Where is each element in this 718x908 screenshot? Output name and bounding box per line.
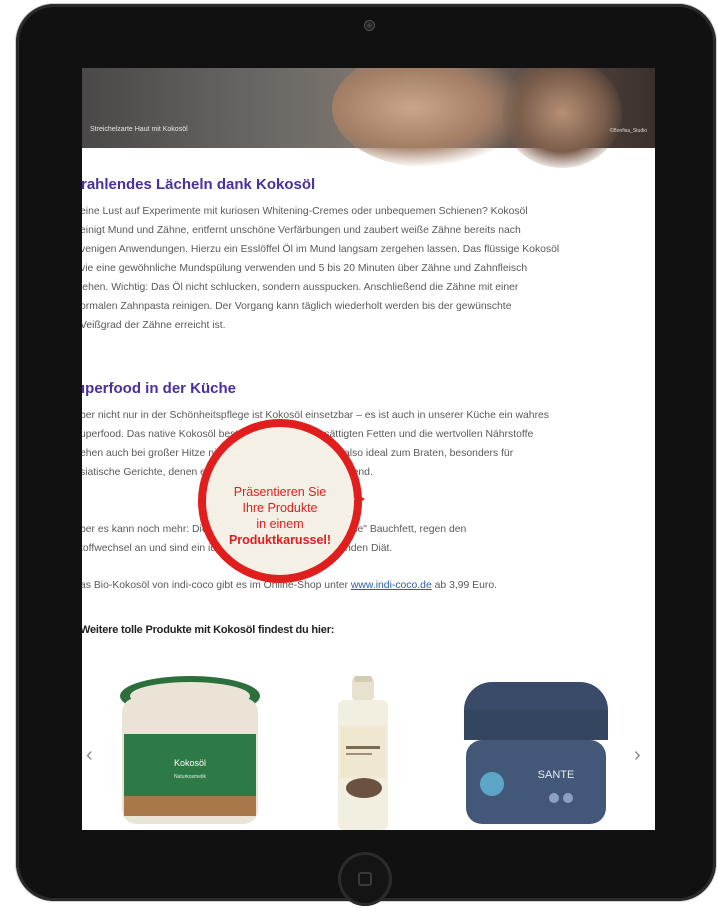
promo-line: Präsentieren Sie (233, 485, 327, 499)
product-label-text: Kokosöl (174, 758, 206, 768)
promo-line-bold: Produktkarussel! (228, 533, 332, 547)
product-label-subtext: Naturkosmetik (174, 774, 206, 780)
tablet-screen: Streichelzarte Haut mit Kokosöl ©Bonfisa… (82, 68, 655, 830)
hand-image-shape (502, 68, 622, 168)
chevron-right-icon[interactable]: › (634, 744, 641, 767)
paragraph-superfood: ber nicht nur in der Schönheitspflege is… (82, 388, 655, 482)
product-carousel: ‹ › Kokosöl Naturkosmetik SANTE (82, 656, 655, 830)
text-line: toffwechsel an und sind ein idealer Best… (82, 543, 393, 554)
promo-text: Präsentieren Sie Ihre Produkte in einem … (206, 484, 354, 548)
text-line: vie eine gewöhnliche Mundspülung verwend… (82, 263, 528, 274)
product-lotion-bottle[interactable] (328, 676, 398, 830)
text-line: ormalen Zahnpasta reinigen. Der Vorgang … (82, 301, 512, 312)
paragraph-smile: eine Lust auf Experimente mit kuriosen W… (82, 202, 655, 335)
hero-caption: Streichelzarte Haut mit Kokosöl (90, 126, 188, 133)
text-line: ehen auch bei großer Hitze nicht verlore… (82, 448, 514, 459)
text-line: uperfood. Das native Kokosöl besteht zu … (82, 429, 534, 440)
section-heading-smile: trahlendes Lächeln dank Kokosöl (82, 176, 316, 193)
text-line: Veißgrad der Zähne erreicht ist. (82, 320, 226, 331)
shop-text: as Bio-Kokosöl von indi-coco gibt es im … (82, 580, 351, 591)
text-line: einigt Mund und Zähne, entfernt unschöne… (82, 225, 521, 236)
product-kokosoel-jar[interactable]: Kokosöl Naturkosmetik (112, 674, 272, 830)
chevron-left-icon[interactable]: ‹ (86, 744, 93, 767)
text-line: ber nicht nur in der Schönheitspflege is… (82, 410, 549, 421)
more-products-label: Weitere tolle Produkte mit Kokosöl finde… (82, 624, 335, 636)
camera-icon (365, 21, 374, 30)
text-line: eine Lust auf Experimente mit kuriosen W… (82, 206, 528, 217)
home-button[interactable] (338, 852, 392, 906)
text-line: venigen Anwendungen. Hierzu ein Esslöffe… (82, 244, 560, 255)
hero-image: Streichelzarte Haut mit Kokosöl ©Bonfisa… (82, 68, 655, 168)
promo-line: in einem (256, 517, 304, 531)
paragraph-shop: as Bio-Kokosöl von indi-coco gibt es im … (82, 576, 655, 595)
promo-line: Ihre Produkte (242, 501, 318, 515)
home-square-icon (358, 872, 372, 886)
shop-price-text: ab 3,99 Euro. (431, 580, 498, 591)
text-line: siatische Gerichte, denen es eine exotis… (82, 467, 373, 478)
text-line: ber es kann noch mehr: Die Fettsäuren be… (82, 524, 467, 535)
shop-link[interactable]: www.indi-coco.de (351, 580, 432, 591)
product-brand-text: SANTE (538, 769, 575, 781)
paragraph-metabolism: ber es kann noch mehr: Die Fettsäuren be… (82, 520, 655, 558)
text-line: iehen. Wichtig: Das Öl nicht schlucken, … (82, 282, 519, 293)
hero-credit: ©Bonfisa_Studio (609, 128, 647, 134)
product-sante-jar[interactable]: SANTE (456, 674, 616, 830)
